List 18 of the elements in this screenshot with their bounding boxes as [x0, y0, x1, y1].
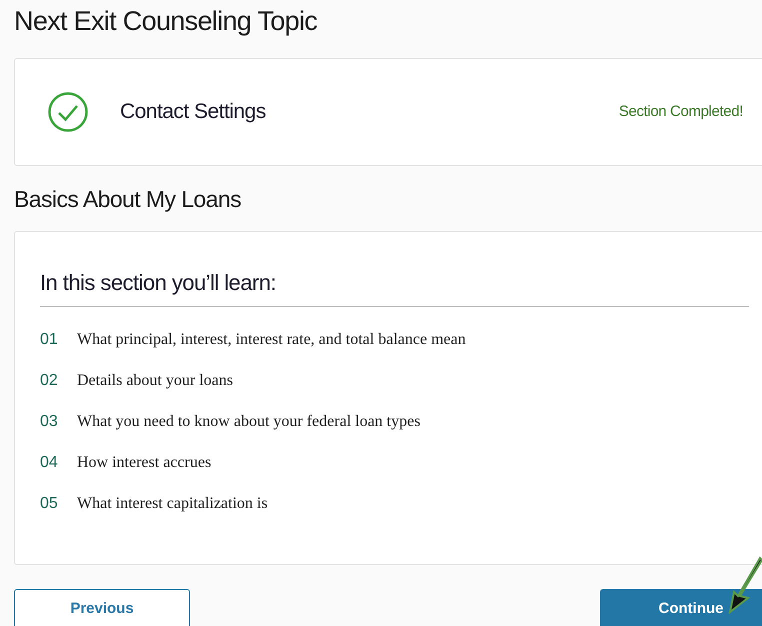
item-number: 04 [40, 452, 59, 472]
learning-item: What you need to know about your federal loan types [77, 412, 420, 432]
section-heading: Basics About My Loans [14, 188, 241, 211]
learning-item: What principal, interest, interest rate, and total balance mean [77, 330, 466, 350]
previous-button[interactable]: Previous [14, 589, 190, 626]
item-number: 02 [40, 370, 59, 390]
item-number: 01 [40, 330, 59, 350]
learning-item: What interest capitalization is [77, 494, 268, 514]
learning-item: How interest accrues [77, 452, 212, 472]
page-title: Next Exit Counseling Topic [14, 5, 318, 35]
continue-button[interactable]: Continue [600, 589, 762, 626]
item-number: 05 [40, 494, 59, 514]
topic-title: Contact Settings [120, 99, 266, 126]
item-number: 03 [40, 412, 59, 432]
section-status: Section Completed! [618, 102, 743, 122]
learning-item: Details about your loans [77, 370, 233, 390]
section-intro: In this section you’ll learn: [40, 270, 276, 295]
pointer-arrow-icon [726, 556, 762, 614]
